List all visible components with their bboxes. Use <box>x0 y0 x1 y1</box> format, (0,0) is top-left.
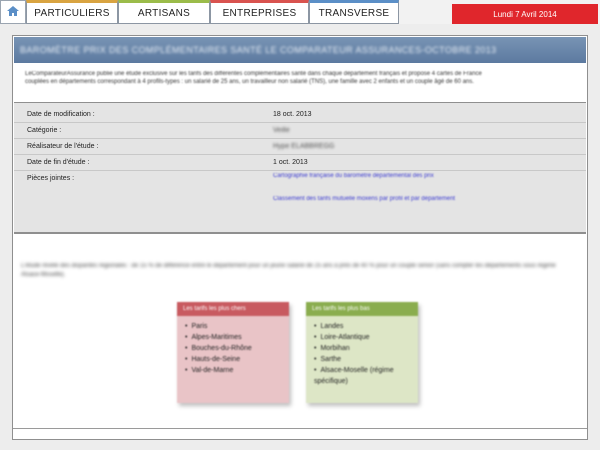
author-value: Hype ELABBREGG <box>273 143 335 150</box>
most-expensive-card: Les tarifs les plus chers Paris Alpes-Ma… <box>177 302 289 403</box>
tab-entreprises[interactable]: ENTREPRISES <box>210 0 309 24</box>
study-summary: L'étude révèle des disparités régionales… <box>21 263 556 278</box>
list-item: Hauts-de-Seine <box>185 354 289 365</box>
detail-row-modified: Date de modification : 18 oct. 2013 <box>14 107 586 123</box>
list-item: Alsace-Moselle (régime spécifique) <box>314 365 418 387</box>
list-item: Alpes-Maritimes <box>185 332 289 343</box>
cheapest-card: Les tarifs les plus bas Landes Loire-Atl… <box>306 302 418 403</box>
list-item: Bouches-du-Rhône <box>185 343 289 354</box>
list-item: Paris <box>185 321 289 332</box>
attachment-link-map[interactable]: Cartographie française du baromètre dépa… <box>273 173 473 180</box>
tab-transverse[interactable]: TRANSVERSE <box>309 0 399 24</box>
top-navigation: PARTICULIERS ARTISANS ENTREPRISES TRANSV… <box>0 0 600 24</box>
detail-row-end-date: Date de fin d'étude : 1 oct. 2013 <box>14 155 586 171</box>
study-title: BAROMÈTRE PRIX DES COMPLÉMENTAIRES SANTÉ… <box>20 45 497 55</box>
study-panel: BAROMÈTRE PRIX DES COMPLÉMENTAIRES SANTÉ… <box>12 35 588 440</box>
attachment-link-ranking[interactable]: Classement des tarifs mutuelle moxens pa… <box>273 196 473 203</box>
attachments-label: Pièces jointes : <box>27 175 75 182</box>
list-item: Val-de-Marne <box>185 365 289 376</box>
category-label: Catégorie : <box>27 127 62 134</box>
category-value: Veille <box>273 127 290 134</box>
cheapest-title: Les tarifs les plus bas <box>306 302 418 316</box>
study-details: Date de modification : 18 oct. 2013 Caté… <box>14 102 586 234</box>
end-date-value: 1 oct. 2013 <box>273 159 308 166</box>
most-expensive-title: Les tarifs les plus chers <box>177 302 289 316</box>
list-item: Landes <box>314 321 418 332</box>
modified-label: Date de modification : <box>27 111 95 118</box>
home-button[interactable] <box>0 0 26 24</box>
home-icon <box>6 5 20 19</box>
detail-row-author: Réalisateur de l'étude : Hype ELABBREGG <box>14 139 586 155</box>
study-intro: LeComparateurAssurance publie une étude … <box>25 71 482 85</box>
detail-row-category: Catégorie : Veille <box>14 123 586 139</box>
study-title-bar: BAROMÈTRE PRIX DES COMPLÉMENTAIRES SANTÉ… <box>14 37 586 63</box>
current-date: Lundi 7 Avril 2014 <box>452 4 598 24</box>
end-date-label: Date de fin d'étude : <box>27 159 90 166</box>
tab-artisans[interactable]: ARTISANS <box>118 0 210 24</box>
list-item: Loire-Atlantique <box>314 332 418 343</box>
divider <box>13 428 587 429</box>
list-item: Morbihan <box>314 343 418 354</box>
tab-particuliers[interactable]: PARTICULIERS <box>26 0 118 24</box>
list-item: Sarthe <box>314 354 418 365</box>
modified-value: 18 oct. 2013 <box>273 111 312 118</box>
author-label: Réalisateur de l'étude : <box>27 143 99 150</box>
